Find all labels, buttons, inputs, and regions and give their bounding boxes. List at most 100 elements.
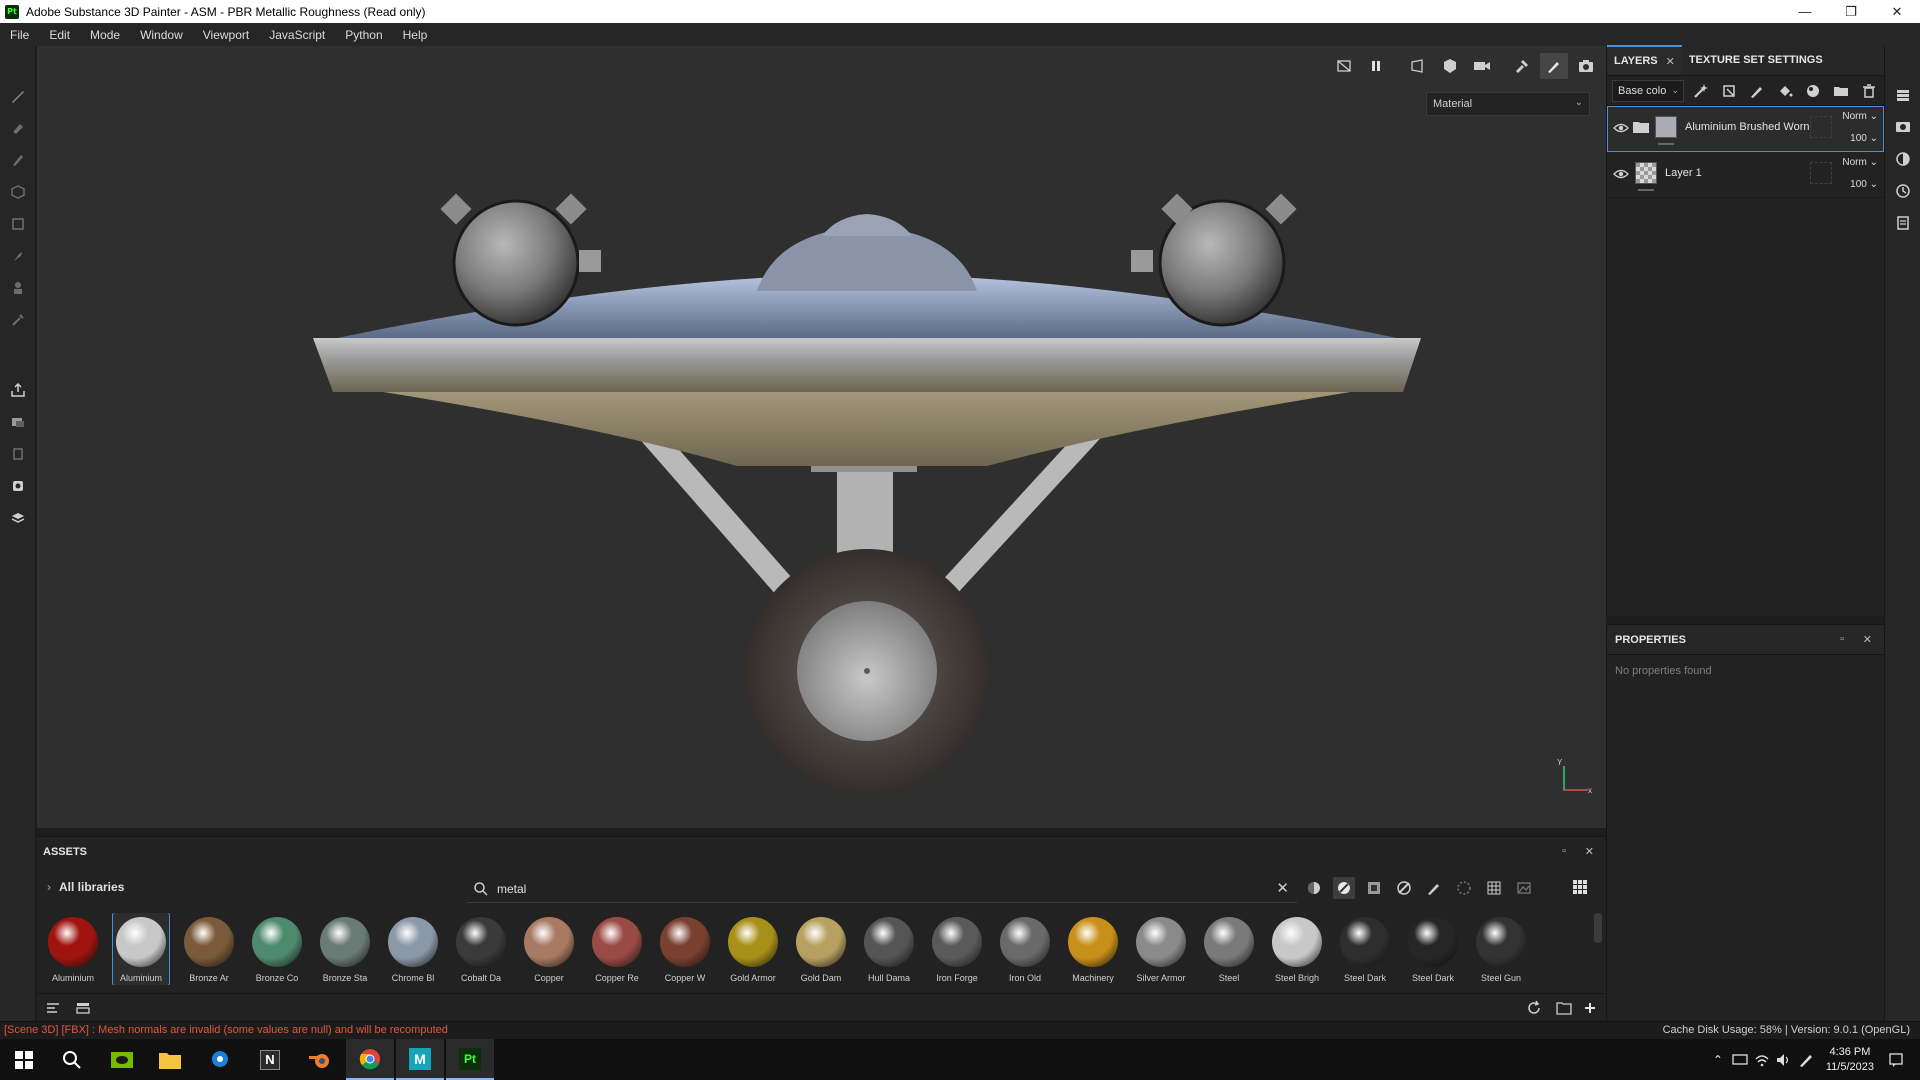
asset-thumbnail[interactable]: Hull Dama: [861, 913, 917, 985]
magic-wand-icon[interactable]: [1690, 80, 1712, 102]
sphere-filter-icon[interactable]: [1303, 877, 1325, 899]
hide-icon[interactable]: [1330, 53, 1358, 79]
volume-icon[interactable]: [1774, 1050, 1794, 1070]
asset-thumbnail[interactable]: Gold Armor: [725, 913, 781, 985]
asset-thumbnail[interactable]: Aluminium: [45, 913, 101, 985]
trash-icon[interactable]: [1858, 80, 1880, 102]
polygon-fill-icon[interactable]: [8, 214, 28, 234]
asset-thumbnail[interactable]: Steel Dark: [1405, 913, 1461, 985]
windows-start-icon[interactable]: [0, 1039, 48, 1080]
menu-python[interactable]: Python: [335, 28, 392, 42]
menu-javascript[interactable]: JavaScript: [259, 28, 335, 42]
opacity-field[interactable]: 100 ⌄: [1838, 133, 1878, 144]
maya-icon[interactable]: M: [396, 1039, 444, 1080]
close-button[interactable]: ✕: [1874, 0, 1920, 23]
minimize-button[interactable]: —: [1782, 0, 1828, 23]
asset-thumbnail[interactable]: Machinery: [1065, 913, 1121, 985]
fill-icon[interactable]: [1774, 80, 1796, 102]
layer-row[interactable]: Aluminium Brushed Worn Norm ⌄ 100 ⌄: [1607, 106, 1884, 152]
mask-slot[interactable]: [1810, 116, 1832, 138]
eye-icon[interactable]: [1613, 167, 1629, 181]
asset-thumbnail[interactable]: Bronze Sta: [317, 913, 373, 985]
wifi-icon[interactable]: [1752, 1050, 1772, 1070]
search-input[interactable]: metal: [497, 882, 526, 896]
texture-filter-icon[interactable]: [1363, 877, 1385, 899]
layers-stack-icon[interactable]: [1894, 86, 1912, 104]
asset-thumbnail[interactable]: Bronze Co: [249, 913, 305, 985]
refresh-icon[interactable]: [1526, 1000, 1542, 1016]
history-icon[interactable]: [1894, 182, 1912, 200]
substance-painter-icon[interactable]: Pt: [446, 1039, 494, 1080]
asset-thumbnail[interactable]: Copper W: [657, 913, 713, 985]
uv-icon[interactable]: [8, 444, 28, 464]
notification-icon[interactable]: [1886, 1050, 1906, 1070]
asset-thumbnail[interactable]: Gold Dam: [793, 913, 849, 985]
pause-icon[interactable]: [1362, 53, 1390, 79]
particle-filter-icon[interactable]: [1453, 877, 1475, 899]
library-list-icon[interactable]: [75, 1000, 91, 1016]
smudge-icon[interactable]: [8, 246, 28, 266]
close-icon[interactable]: ✕: [1666, 55, 1675, 68]
restore-button[interactable]: ❐: [1828, 0, 1874, 23]
close-icon[interactable]: ✕: [1863, 633, 1872, 646]
float-panel-icon[interactable]: ▫: [1840, 633, 1844, 645]
blender-icon[interactable]: [296, 1039, 344, 1080]
perspective-icon[interactable]: [1404, 53, 1432, 79]
eye-icon[interactable]: [1613, 121, 1629, 135]
tool-icon[interactable]: [1508, 53, 1536, 79]
mesh-view-icon[interactable]: [1436, 53, 1464, 79]
search-icon[interactable]: [48, 1039, 96, 1080]
camera-icon[interactable]: [1468, 53, 1496, 79]
color-picker-icon[interactable]: [8, 310, 28, 330]
nvidia-icon[interactable]: [98, 1039, 146, 1080]
library-breadcrumb[interactable]: › All libraries: [47, 880, 124, 894]
asset-thumbnail[interactable]: Cobalt Da: [453, 913, 509, 985]
chrome-icon[interactable]: [346, 1039, 394, 1080]
asset-thumbnail[interactable]: Iron Forge: [929, 913, 985, 985]
screenshot-icon[interactable]: [8, 476, 28, 496]
menu-mode[interactable]: Mode: [80, 28, 130, 42]
new-folder-icon[interactable]: [1556, 1000, 1572, 1016]
brush-icon[interactable]: [1746, 80, 1768, 102]
menu-viewport[interactable]: Viewport: [193, 28, 259, 42]
network-icon[interactable]: [1730, 1050, 1750, 1070]
brush-filter-icon[interactable]: [1423, 877, 1445, 899]
log-icon[interactable]: [1894, 214, 1912, 232]
asset-thumbnail[interactable]: Silver Armor: [1133, 913, 1189, 985]
asset-thumbnail[interactable]: Copper Re: [589, 913, 645, 985]
asset-thumbnail[interactable]: Iron Old: [997, 913, 1053, 985]
asset-thumbnail[interactable]: Steel Gun: [1473, 913, 1529, 985]
blend-mode-select[interactable]: Norm ⌄: [1838, 111, 1878, 122]
folder-icon[interactable]: [1830, 80, 1852, 102]
tab-layers[interactable]: LAYERS ✕: [1607, 45, 1682, 75]
bake-icon[interactable]: [8, 412, 28, 432]
viewport-3d[interactable]: Material ⌄ Y x: [37, 46, 1606, 828]
grid-filter-icon[interactable]: [1483, 877, 1505, 899]
chevron-up-icon[interactable]: ⌃: [1708, 1050, 1728, 1070]
notion-icon[interactable]: N: [246, 1039, 294, 1080]
shader-icon[interactable]: [1894, 150, 1912, 168]
status-error-message[interactable]: [Scene 3D] [FBX] : Mesh normals are inva…: [4, 1024, 448, 1036]
add-icon[interactable]: [1582, 1000, 1598, 1016]
blend-mode-select[interactable]: Norm ⌄: [1838, 157, 1878, 168]
smart-material-icon[interactable]: [1802, 80, 1824, 102]
tab-texture-set-settings[interactable]: TEXTURE SET SETTINGS: [1682, 45, 1830, 75]
asset-thumbnail[interactable]: Bronze Ar: [181, 913, 237, 985]
eraser-icon[interactable]: [8, 118, 28, 138]
asset-thumbnail[interactable]: Steel Brigh: [1269, 913, 1325, 985]
export-icon[interactable]: [8, 380, 28, 400]
float-panel-icon[interactable]: ▫: [1562, 845, 1566, 857]
paint-brush-icon[interactable]: [8, 86, 28, 106]
effects-icon[interactable]: [1718, 80, 1740, 102]
screenshot-icon[interactable]: [1572, 53, 1600, 79]
geometry-mask-icon[interactable]: [8, 182, 28, 202]
filter-list-icon[interactable]: [45, 1000, 61, 1016]
menu-help[interactable]: Help: [393, 28, 438, 42]
display-icon[interactable]: [1894, 118, 1912, 136]
close-icon[interactable]: ✕: [1585, 845, 1594, 858]
asset-thumbnail[interactable]: Steel Dark: [1337, 913, 1393, 985]
starship-model[interactable]: [37, 46, 1606, 828]
asset-thumbnail[interactable]: Chrome Bl: [385, 913, 441, 985]
grid-view-icon[interactable]: [1572, 879, 1588, 898]
asset-thumbnail[interactable]: Steel: [1201, 913, 1257, 985]
